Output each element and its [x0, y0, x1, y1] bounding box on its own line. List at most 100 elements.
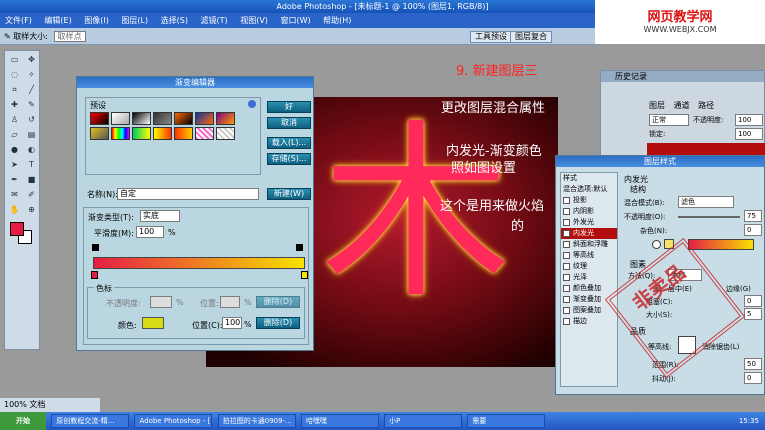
sample-size-select[interactable]: 取样点	[53, 31, 86, 42]
taskbar-item[interactable]: 需要	[467, 414, 546, 428]
slice-tool-icon[interactable]: ╱	[25, 83, 38, 96]
healing-tool-icon[interactable]: ✚	[8, 98, 21, 111]
gradient-preview-bar[interactable]	[93, 257, 305, 269]
preset-swatch[interactable]	[132, 127, 151, 140]
preset-swatch[interactable]	[90, 112, 109, 125]
taskbar-item[interactable]: Adobe Photoshop - [...	[134, 414, 213, 428]
preset-swatch[interactable]	[132, 112, 151, 125]
preset-swatch[interactable]	[111, 112, 130, 125]
hand-tool-icon[interactable]: ✋	[8, 203, 21, 216]
load-button[interactable]: 载入(L)...	[267, 137, 311, 149]
styles-label[interactable]: 样式	[561, 173, 617, 184]
dodge-tool-icon[interactable]: ◐	[25, 143, 38, 156]
checkbox[interactable]	[563, 307, 570, 314]
glow-noise-input[interactable]: 0	[744, 224, 762, 236]
menu-window[interactable]: 窗口(W)	[280, 16, 310, 25]
opacity-stop-right[interactable]	[296, 244, 303, 251]
checkbox[interactable]	[563, 263, 570, 270]
blend-mode-select[interactable]: 正常	[649, 114, 689, 126]
smoothness-input[interactable]: 100	[136, 226, 164, 238]
preset-swatch[interactable]	[216, 127, 235, 140]
delete-opacity-stop-button[interactable]: 删除(D)	[256, 296, 300, 308]
move-tool-icon[interactable]: ✥	[25, 53, 38, 66]
preset-swatch[interactable]	[174, 112, 193, 125]
layer-opacity-input[interactable]: 100	[735, 114, 763, 126]
tab-layer-comps[interactable]: 图层复合	[510, 31, 552, 43]
foreground-color-swatch[interactable]	[10, 222, 24, 236]
brush-tool-icon[interactable]: ✎	[25, 98, 38, 111]
history-brush-icon[interactable]: ↺	[25, 113, 38, 126]
cancel-button[interactable]: 取消	[267, 117, 311, 129]
preset-swatch[interactable]	[216, 112, 235, 125]
choke-input[interactable]: 0	[744, 295, 762, 307]
taskbar-item[interactable]: 小P	[384, 414, 463, 428]
menu-filter[interactable]: 滤镜(T)	[201, 16, 228, 25]
gradient-type-select[interactable]: 实底	[140, 210, 180, 222]
paths-tab[interactable]: 路径	[698, 101, 714, 110]
history-tab[interactable]: 历史记录	[601, 71, 764, 82]
menu-edit[interactable]: 编辑(E)	[44, 16, 71, 25]
layers-tab[interactable]: 图层	[649, 101, 665, 110]
color-radio[interactable]	[652, 240, 661, 249]
checkbox[interactable]	[563, 241, 570, 248]
shape-tool-icon[interactable]: ■	[25, 173, 38, 186]
style-item-outer-glow[interactable]: 外发光	[561, 217, 617, 228]
checkbox[interactable]	[563, 230, 570, 237]
glow-opacity-input[interactable]: 75	[744, 210, 762, 222]
stamp-tool-icon[interactable]: ♙	[8, 113, 21, 126]
name-input[interactable]: 自定	[117, 188, 259, 200]
menu-help[interactable]: 帮助(H)	[323, 16, 351, 25]
preset-swatch[interactable]	[153, 127, 172, 140]
style-item-color-overlay[interactable]: 颜色叠加	[561, 283, 617, 294]
glow-opacity-slider[interactable]	[678, 216, 740, 218]
glow-gradient-swatch[interactable]	[688, 239, 754, 250]
type-tool-icon[interactable]: T	[25, 158, 38, 171]
preset-swatch[interactable]	[195, 112, 214, 125]
checkbox[interactable]	[563, 274, 570, 281]
lasso-tool-icon[interactable]: ◌	[8, 68, 21, 81]
eyedropper-tool-icon[interactable]: ✐	[25, 188, 38, 201]
taskbar-item[interactable]: 原创教程交流-精...	[51, 414, 130, 428]
new-gradient-button[interactable]: 新建(W)	[267, 188, 311, 200]
opacity-stop-left[interactable]	[92, 244, 99, 251]
preset-swatch[interactable]	[195, 127, 214, 140]
style-item-texture[interactable]: 纹理	[561, 261, 617, 272]
checkbox[interactable]	[563, 208, 570, 215]
color-stop-right[interactable]	[301, 271, 308, 279]
edge-radio[interactable]: 边缘(G)	[726, 284, 751, 294]
blend-options[interactable]: 混合选项:默认	[561, 184, 617, 195]
zoom-tool-icon[interactable]: ⊕	[25, 203, 38, 216]
style-item-stroke[interactable]: 描边	[561, 316, 617, 327]
delete-color-stop-button[interactable]: 删除(D)	[256, 317, 300, 329]
checkbox[interactable]	[563, 318, 570, 325]
style-item-pattern-overlay[interactable]: 图案叠加	[561, 305, 617, 316]
checkbox[interactable]	[563, 296, 570, 303]
preset-swatch[interactable]	[90, 127, 109, 140]
menu-select[interactable]: 选择(S)	[161, 16, 188, 25]
checkbox[interactable]	[563, 252, 570, 259]
size-input[interactable]: 5	[744, 308, 762, 320]
blur-tool-icon[interactable]: ●	[8, 143, 21, 156]
tab-tool-presets[interactable]: 工具预设	[470, 31, 512, 43]
color-location-input[interactable]: 100	[222, 317, 242, 329]
ok-button[interactable]: 好	[267, 101, 311, 113]
style-item-satin[interactable]: 光泽	[561, 272, 617, 283]
gradient-tool-icon[interactable]: ▤	[25, 128, 38, 141]
channels-tab[interactable]: 通道	[674, 101, 690, 110]
path-select-icon[interactable]: ➤	[8, 158, 21, 171]
crop-tool-icon[interactable]: ⌗	[8, 83, 21, 96]
style-item-inner-shadow[interactable]: 内阴影	[561, 206, 617, 217]
marquee-tool-icon[interactable]: ▭	[8, 53, 21, 66]
preset-swatch[interactable]	[111, 127, 130, 140]
range-input[interactable]: 50	[744, 358, 762, 370]
presets-menu-icon[interactable]	[248, 100, 256, 108]
menu-view[interactable]: 视图(V)	[240, 16, 268, 25]
checkbox[interactable]	[563, 197, 570, 204]
taskbar-item[interactable]: 哈嘿嘿	[300, 414, 379, 428]
start-button[interactable]: 开始	[0, 412, 46, 430]
layer-fill-input[interactable]: 100	[735, 128, 763, 140]
notes-tool-icon[interactable]: ✉	[8, 188, 21, 201]
style-item-inner-glow[interactable]: 内发光	[561, 228, 617, 239]
menu-image[interactable]: 图像(I)	[84, 16, 109, 25]
menu-layer[interactable]: 图层(L)	[121, 16, 148, 25]
